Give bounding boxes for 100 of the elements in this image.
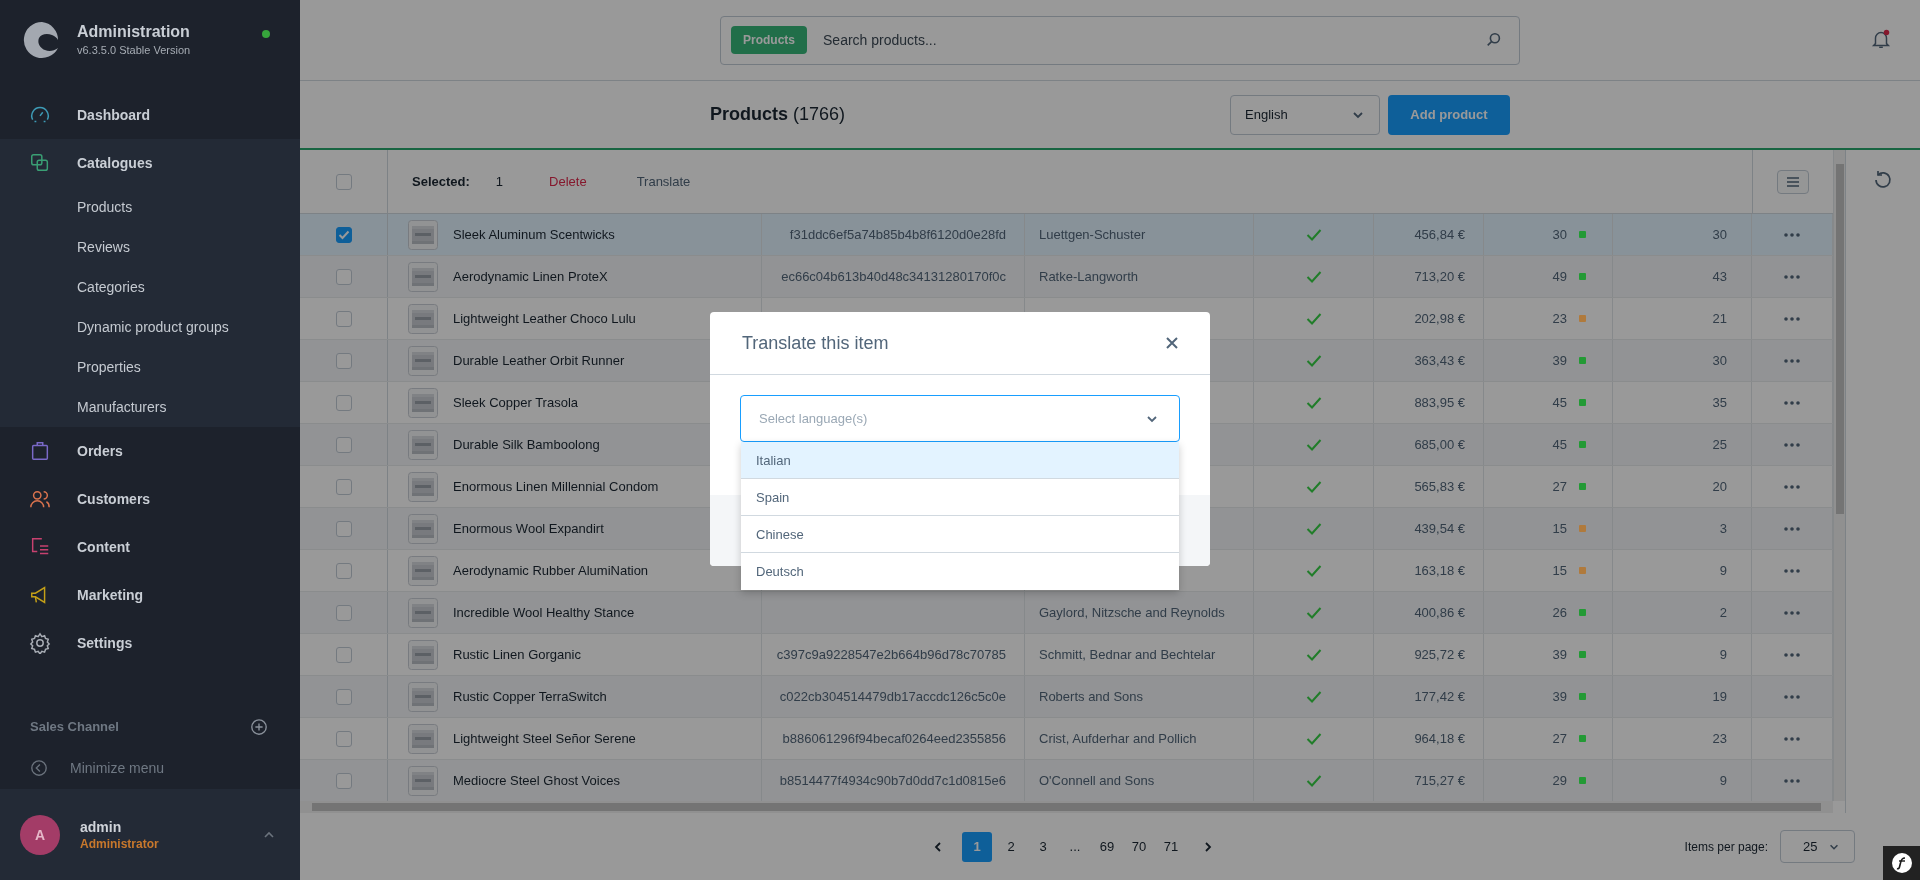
more-icon[interactable] xyxy=(1784,358,1800,363)
checkbox[interactable] xyxy=(335,646,352,663)
nav-item[interactable]: Settings xyxy=(0,618,300,667)
vertical-scrollbar[interactable] xyxy=(1833,150,1845,801)
more-icon[interactable] xyxy=(1784,568,1800,573)
search-input[interactable]: Search products... xyxy=(821,31,1471,49)
bulk-action-link[interactable]: Translate xyxy=(636,174,691,189)
nav-item[interactable]: Orders xyxy=(0,426,300,475)
refresh-icon[interactable] xyxy=(1873,170,1893,190)
product-name-link[interactable]: Durable Silk Bamboolong xyxy=(453,437,600,452)
checkbox[interactable] xyxy=(335,562,352,579)
nav-subitem[interactable]: Manufacturers xyxy=(0,386,300,427)
more-icon[interactable] xyxy=(1784,652,1800,657)
chevron-left-icon[interactable] xyxy=(932,840,944,853)
checkbox[interactable] xyxy=(335,604,352,621)
language-select[interactable]: English xyxy=(1230,94,1380,135)
product-name-link[interactable]: Rustic Copper TerraSwitch xyxy=(453,689,607,704)
minimize-menu-link[interactable]: Minimize menu xyxy=(0,747,300,790)
dropdown-option[interactable]: Deutsch xyxy=(741,553,1179,590)
logo-icon xyxy=(1890,852,1913,874)
product-name-link[interactable]: Incredible Wool Healthy Stance xyxy=(453,605,635,620)
more-icon[interactable] xyxy=(1784,232,1800,237)
table-cell: 363,43 € xyxy=(1414,353,1465,368)
page-button[interactable]: 69 xyxy=(1094,832,1120,861)
checkbox[interactable] xyxy=(335,310,352,327)
table-cell: 27 xyxy=(1552,731,1567,746)
more-icon[interactable] xyxy=(1784,778,1800,783)
more-icon[interactable] xyxy=(1784,610,1800,615)
table-cell: Roberts and Sons xyxy=(1039,689,1144,704)
checkbox[interactable] xyxy=(335,394,352,411)
nav-subitem[interactable]: Dynamic product groups xyxy=(0,306,300,347)
chevron-right-icon[interactable] xyxy=(1202,840,1214,853)
table-cell: 3 xyxy=(1719,521,1727,536)
nav-item[interactable]: Customers xyxy=(0,474,300,523)
checkbox[interactable] xyxy=(335,772,352,789)
table-cell: 925,72 € xyxy=(1414,647,1465,662)
nav-subitem[interactable]: Properties xyxy=(0,346,300,387)
more-icon[interactable] xyxy=(1784,736,1800,741)
product-name-link[interactable]: Sleek Copper Trasola xyxy=(453,395,578,410)
check-icon xyxy=(337,229,350,240)
nav-item[interactable]: Content xyxy=(0,522,300,571)
table-cell: 177,42 € xyxy=(1414,689,1465,704)
page-button[interactable]: 2 xyxy=(998,832,1024,861)
table-cell: 9 xyxy=(1719,647,1727,662)
table-cell: 456,84 € xyxy=(1414,227,1465,242)
checkbox[interactable] xyxy=(335,436,352,453)
selected-count: 1 xyxy=(495,174,504,189)
table-cell: 21 xyxy=(1712,311,1727,326)
more-icon[interactable] xyxy=(1784,316,1800,321)
product-name-link[interactable]: Lightweight Leather Choco Lulu xyxy=(453,311,636,326)
bell-icon[interactable] xyxy=(1870,28,1892,50)
table-cell: Crist, Aufderhar and Pollich xyxy=(1039,731,1197,746)
page-button[interactable]: 70 xyxy=(1126,832,1152,861)
product-name-link[interactable]: Enormous Wool Expandirt xyxy=(453,521,604,536)
product-name-link[interactable]: Lightweight Steel Señor Serene xyxy=(453,731,636,746)
product-name-link[interactable]: Rustic Linen Gorganic xyxy=(453,647,581,662)
more-icon[interactable] xyxy=(1784,526,1800,531)
horizontal-scrollbar[interactable] xyxy=(300,801,1833,813)
page-button[interactable]: ... xyxy=(1062,832,1088,861)
items-per-page-select[interactable]: 25 xyxy=(1780,830,1855,863)
add-icon[interactable] xyxy=(250,717,268,736)
toolbar-toggle[interactable] xyxy=(1883,846,1920,880)
nav-subitem[interactable]: Products xyxy=(0,186,300,227)
dropdown-option[interactable]: Italian xyxy=(741,442,1179,479)
product-name-link[interactable]: Enormous Linen Millennial Condom xyxy=(453,479,659,494)
page-button[interactable]: 71 xyxy=(1158,832,1184,861)
checkbox[interactable] xyxy=(335,478,352,495)
checkbox[interactable] xyxy=(335,268,352,285)
product-name-link[interactable]: Aerodynamic Rubber AlumiNation xyxy=(453,563,649,578)
checkbox[interactable] xyxy=(335,226,352,243)
nav-subitem[interactable]: Categories xyxy=(0,266,300,307)
checkbox[interactable] xyxy=(335,352,352,369)
dropdown-option[interactable]: Spain xyxy=(741,479,1179,516)
items-per-page-label: Items per page: xyxy=(1684,839,1768,854)
checkbox[interactable] xyxy=(335,730,352,747)
language-multiselect[interactable]: Select language(s) xyxy=(740,395,1180,442)
column-settings-button[interactable] xyxy=(1777,169,1809,194)
checkbox[interactable] xyxy=(335,520,352,537)
nav-item[interactable]: Dashboard xyxy=(0,90,300,139)
product-name-link[interactable]: Sleek Aluminum Scentwicks xyxy=(453,227,615,242)
checkbox[interactable] xyxy=(335,173,352,190)
more-icon[interactable] xyxy=(1784,484,1800,489)
nav-item[interactable]: Marketing xyxy=(0,570,300,619)
page-button[interactable]: 3 xyxy=(1030,832,1056,861)
more-icon[interactable] xyxy=(1784,400,1800,405)
close-icon[interactable] xyxy=(1165,336,1179,350)
product-name-link[interactable]: Mediocre Steel Ghost Voices xyxy=(453,773,620,788)
search-icon[interactable] xyxy=(1485,31,1503,49)
product-name-link[interactable]: Aerodynamic Linen ProteX xyxy=(453,269,608,284)
more-icon[interactable] xyxy=(1784,442,1800,447)
nav-subitem[interactable]: Reviews xyxy=(0,226,300,267)
table-cell: 39 xyxy=(1552,647,1567,662)
more-icon[interactable] xyxy=(1784,694,1800,699)
select-input[interactable]: Select language(s) xyxy=(757,410,1145,427)
nav-item[interactable]: Catalogues xyxy=(0,138,300,187)
product-name-link[interactable]: Durable Leather Orbit Runner xyxy=(453,353,625,368)
bulk-action-link[interactable]: Delete xyxy=(549,174,587,189)
more-icon[interactable] xyxy=(1784,274,1800,279)
table-cell: 45 xyxy=(1552,395,1567,410)
checkbox[interactable] xyxy=(335,688,352,705)
